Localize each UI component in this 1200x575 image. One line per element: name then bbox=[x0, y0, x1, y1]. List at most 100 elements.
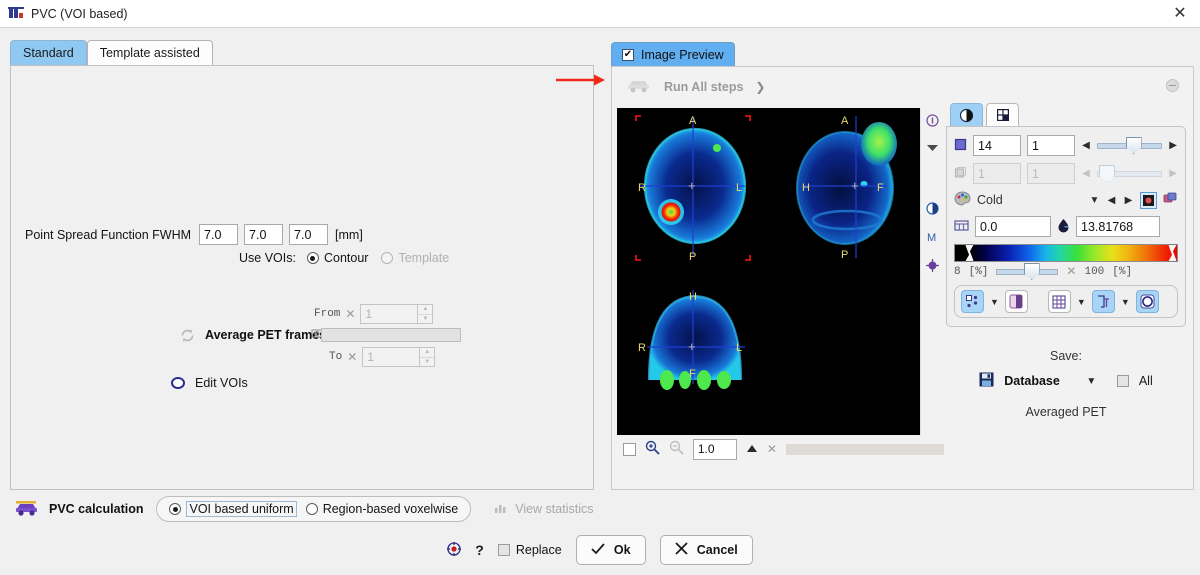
zoom-input[interactable] bbox=[692, 438, 737, 460]
ok-label: Ok bbox=[613, 543, 631, 557]
range-max-input[interactable] bbox=[1076, 216, 1160, 237]
cancel-button[interactable]: Cancel bbox=[659, 535, 753, 565]
replace-label: Replace bbox=[515, 543, 562, 557]
to-clear-icon[interactable]: ✕ bbox=[347, 350, 357, 364]
edit-vois-row[interactable]: Edit VOIs bbox=[171, 376, 248, 390]
grid-icon[interactable] bbox=[1047, 290, 1071, 313]
psf-z-input[interactable] bbox=[289, 224, 329, 245]
slice-input[interactable] bbox=[973, 135, 1021, 156]
ok-button[interactable]: Ok bbox=[575, 535, 646, 565]
radio-template[interactable] bbox=[381, 252, 394, 264]
tab-standard[interactable]: Standard bbox=[10, 40, 87, 65]
slice-max-input[interactable] bbox=[1027, 135, 1075, 156]
annotation-icon[interactable] bbox=[1091, 290, 1115, 313]
run-arrow-icon[interactable]: ❯ bbox=[755, 80, 765, 94]
to-input[interactable] bbox=[362, 347, 421, 367]
frames-range-bar[interactable] bbox=[321, 328, 461, 342]
frame-max-input[interactable] bbox=[1027, 163, 1075, 184]
target-icon[interactable] bbox=[926, 259, 939, 275]
viewer-checkbox[interactable] bbox=[623, 442, 636, 456]
colormap-next-icon[interactable]: ▶ bbox=[1123, 195, 1134, 206]
zoom-out-icon[interactable] bbox=[669, 440, 684, 458]
m-icon[interactable]: M bbox=[926, 231, 939, 246]
frame-prev-icon[interactable]: ◀ bbox=[1081, 168, 1091, 179]
palette-icon[interactable] bbox=[954, 191, 971, 209]
tab-image-preview[interactable]: ✔ Image Preview bbox=[611, 42, 735, 66]
image-viewer[interactable]: A R L P + A H F P + H R L F + bbox=[617, 108, 920, 435]
vois-dropdown-icon[interactable]: ▼ bbox=[990, 297, 999, 307]
slice-slider[interactable] bbox=[1096, 137, 1163, 154]
radio-contour[interactable] bbox=[306, 252, 319, 264]
replace-checkbox[interactable] bbox=[497, 544, 510, 556]
save-target-row: Database ▼ All bbox=[946, 372, 1186, 390]
display-control-tabs bbox=[946, 103, 1186, 126]
psf-row: Point Spread Function FWHM [mm] bbox=[25, 224, 363, 245]
from-spin-buttons[interactable]: ▲ ▼ bbox=[418, 304, 434, 324]
to-stepper[interactable]: ▲▼ bbox=[362, 347, 436, 367]
to-spin-buttons[interactable]: ▲ ▼ bbox=[420, 347, 436, 367]
contrast-icon[interactable] bbox=[926, 202, 939, 218]
tab-contrast[interactable] bbox=[950, 103, 983, 126]
psf-x-input[interactable] bbox=[199, 224, 239, 245]
radio-voi-uniform-dot[interactable] bbox=[169, 503, 182, 515]
colorbar-low-handle[interactable] bbox=[965, 244, 974, 262]
save-all-checkbox[interactable] bbox=[1116, 375, 1129, 387]
tab-layout[interactable] bbox=[986, 103, 1019, 126]
colorbar-high-handle[interactable] bbox=[1168, 244, 1177, 262]
droplet-icon[interactable] bbox=[1057, 218, 1070, 236]
orientation-l-transaxial: L bbox=[736, 182, 742, 194]
colormap-name: Cold bbox=[977, 193, 1003, 207]
circle-icon[interactable] bbox=[1135, 290, 1159, 313]
psf-unit-label: [mm] bbox=[335, 227, 363, 242]
zoom-in-icon[interactable] bbox=[645, 440, 660, 458]
grid-dropdown-icon[interactable]: ▼ bbox=[1077, 297, 1086, 307]
refresh-icon[interactable] bbox=[179, 327, 196, 344]
info-icon[interactable] bbox=[926, 114, 939, 130]
psf-y-input[interactable] bbox=[244, 224, 284, 245]
range-min-input[interactable] bbox=[975, 216, 1051, 237]
viewer-close-icon[interactable]: ✕ bbox=[767, 442, 777, 456]
radio-region-voxelwise-dot[interactable] bbox=[305, 503, 318, 515]
from-stepper[interactable]: ▲▼ bbox=[360, 304, 434, 324]
colormap-dropdown-icon[interactable]: ▼ bbox=[1089, 195, 1100, 206]
colormap-invert-icon[interactable] bbox=[1140, 191, 1157, 209]
from-input[interactable] bbox=[360, 304, 419, 324]
slice-next-icon[interactable]: ▶ bbox=[1168, 140, 1178, 151]
view-statistics-label: View statistics bbox=[515, 502, 594, 516]
from-clear-icon[interactable]: ✕ bbox=[345, 307, 355, 321]
viewer-scrollbar[interactable] bbox=[785, 443, 944, 455]
pvc-calculation-bar: PVC calculation VOI based uniform Region… bbox=[14, 496, 593, 522]
colormap-prev-icon[interactable]: ◀ bbox=[1106, 195, 1117, 206]
slice-prev-icon[interactable]: ◀ bbox=[1081, 140, 1091, 151]
radio-region-based-voxelwise[interactable]: Region-based voxelwise bbox=[305, 502, 458, 516]
copy-colortable-icon[interactable] bbox=[1163, 192, 1178, 208]
frame-slider[interactable] bbox=[1096, 165, 1163, 182]
edit-vois-checkbox[interactable] bbox=[171, 377, 185, 389]
percent-high-value: 100 bbox=[1084, 265, 1105, 278]
fusion-icon[interactable] bbox=[1004, 290, 1028, 313]
close-icon[interactable]: ✕ bbox=[1170, 4, 1190, 24]
pvc-method-group: VOI based uniform Region-based voxelwise bbox=[156, 496, 472, 522]
triangle-up-icon[interactable] bbox=[746, 442, 758, 456]
minimize-icon[interactable] bbox=[1166, 79, 1179, 92]
table-icon[interactable] bbox=[954, 219, 969, 235]
save-target-dropdown-icon[interactable]: ▼ bbox=[1086, 376, 1097, 387]
radio-voi-based-uniform[interactable]: VOI based uniform bbox=[169, 501, 297, 517]
chevron-down-icon[interactable] bbox=[927, 143, 938, 155]
colorbar[interactable] bbox=[954, 244, 1178, 262]
save-section: Save: Database ▼ All Averaged PET bbox=[946, 349, 1186, 419]
vois-icon[interactable] bbox=[961, 290, 984, 313]
target-settings-icon[interactable] bbox=[447, 541, 462, 559]
view-statistics-button[interactable]: View statistics bbox=[494, 502, 593, 517]
image-preview-checkbox[interactable]: ✔ bbox=[622, 48, 634, 61]
annotation-dropdown-icon[interactable]: ▼ bbox=[1121, 297, 1130, 307]
run-all-steps-button[interactable]: Run All steps ❯ bbox=[626, 77, 765, 96]
save-description: Averaged PET bbox=[1025, 405, 1107, 419]
frame-input[interactable] bbox=[973, 163, 1021, 184]
frame-next-icon[interactable]: ▶ bbox=[1168, 168, 1178, 179]
help-button[interactable]: ? bbox=[475, 542, 484, 558]
replace-checkbox-row[interactable]: Replace bbox=[497, 543, 562, 557]
percent-slider[interactable] bbox=[996, 263, 1059, 280]
percent-clear-icon[interactable]: ✕ bbox=[1066, 264, 1076, 279]
tab-template-assisted[interactable]: Template assisted bbox=[86, 40, 213, 65]
